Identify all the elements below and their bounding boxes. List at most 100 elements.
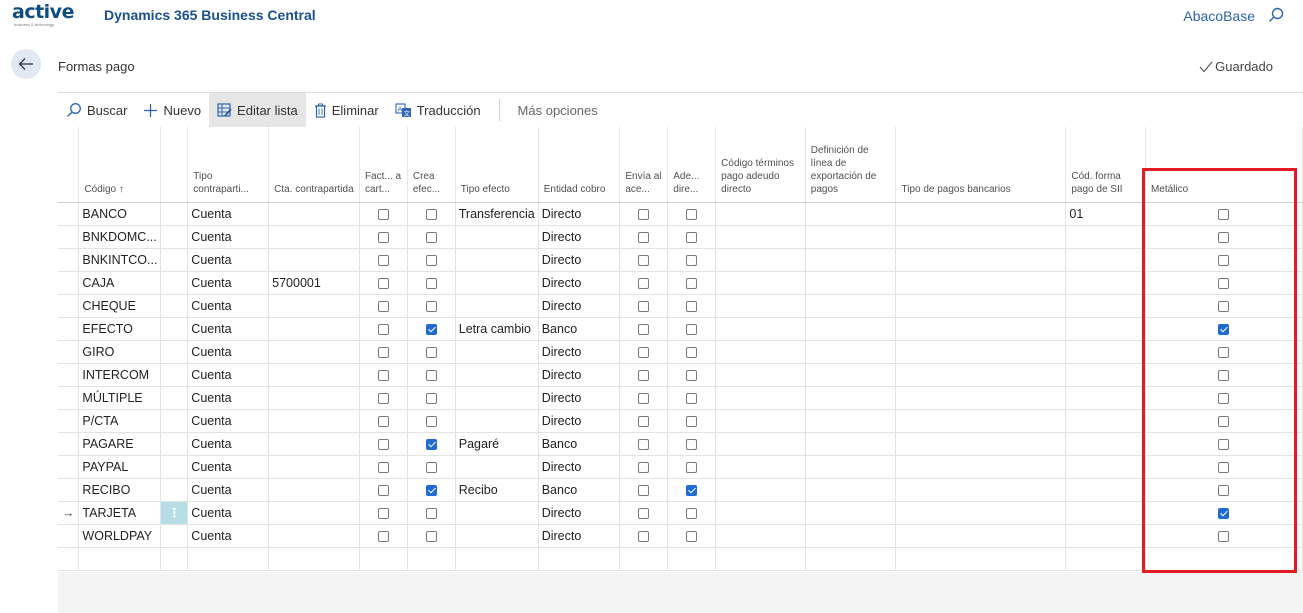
adeudo-directo-checkbox[interactable]	[686, 530, 698, 542]
adeudo-directo-checkbox[interactable]	[686, 231, 698, 243]
cell-tipo-pagos-bancarios[interactable]	[895, 317, 1067, 341]
empty-cell[interactable]	[58, 547, 80, 571]
cell-tipo-efecto[interactable]	[455, 363, 539, 387]
cell-cta-contrapartida[interactable]	[268, 524, 360, 548]
cell-adeudo-directo[interactable]	[667, 340, 717, 364]
cell-cta-contrapartida[interactable]	[268, 432, 360, 456]
metalico-checkbox[interactable]	[1218, 277, 1230, 289]
cell-tipo-contrapartida[interactable]: Cuenta	[187, 478, 270, 502]
cell-cta-contrapartida[interactable]: 5700001	[268, 271, 360, 295]
cell-envia-aceptacion[interactable]	[619, 478, 669, 502]
cell-crea-efectos[interactable]	[407, 225, 456, 249]
envia-aceptacion-checkbox[interactable]	[638, 415, 650, 427]
fact-cartera-checkbox[interactable]	[377, 300, 389, 312]
cell-cod-forma-sii[interactable]	[1065, 248, 1146, 272]
cell-cod-forma-sii[interactable]	[1065, 409, 1146, 433]
cell-crea-efectos[interactable]	[407, 455, 456, 479]
crea-efectos-checkbox[interactable]	[425, 484, 437, 496]
envia-aceptacion-checkbox[interactable]	[638, 300, 650, 312]
empty-cell[interactable]	[805, 547, 897, 571]
cell-envia-aceptacion[interactable]	[619, 455, 669, 479]
cell-cta-contrapartida[interactable]	[268, 202, 360, 226]
app-title[interactable]: Dynamics 365 Business Central	[104, 7, 316, 23]
empty-cell[interactable]	[1145, 547, 1303, 571]
envia-aceptacion-checkbox[interactable]	[638, 277, 650, 289]
cell-entidad-cobro[interactable]: Directo	[538, 501, 621, 525]
cell-fact-cartera[interactable]	[359, 432, 408, 456]
cell-entidad-cobro[interactable]: Banco	[538, 478, 621, 502]
adeudo-directo-checkbox[interactable]	[686, 277, 698, 289]
metalico-checkbox[interactable]	[1218, 300, 1230, 312]
cell-cod-forma-sii[interactable]	[1065, 225, 1146, 249]
cell-cta-contrapartida[interactable]	[268, 363, 360, 387]
cell-tipo-pagos-bancarios[interactable]	[895, 294, 1067, 318]
cell-tipo-pagos-bancarios[interactable]	[895, 455, 1067, 479]
cell-cod-forma-sii[interactable]	[1065, 455, 1146, 479]
crea-efectos-checkbox[interactable]	[425, 300, 437, 312]
cell-envia-aceptacion[interactable]	[619, 386, 669, 410]
cell-cta-contrapartida[interactable]	[268, 340, 360, 364]
empty-cell[interactable]	[160, 547, 189, 571]
fact-cartera-checkbox[interactable]	[377, 323, 389, 335]
table-row[interactable]: BNKINTCO... Cuenta Directo	[58, 248, 1303, 272]
cell-tipo-contrapartida[interactable]: Cuenta	[187, 340, 270, 364]
cell-metalico[interactable]	[1145, 478, 1303, 502]
crea-efectos-checkbox[interactable]	[425, 461, 437, 473]
cell-cod-forma-sii[interactable]	[1065, 317, 1146, 341]
company-name[interactable]: AbacoBase	[1183, 8, 1255, 24]
cell-codigo[interactable]: CHEQUE	[78, 294, 162, 318]
cell-envia-aceptacion[interactable]	[619, 524, 669, 548]
envia-aceptacion-checkbox[interactable]	[638, 323, 650, 335]
envia-aceptacion-checkbox[interactable]	[638, 208, 650, 220]
cell-definicion-linea[interactable]	[805, 202, 897, 226]
cell-crea-efectos[interactable]	[407, 363, 456, 387]
fact-cartera-checkbox[interactable]	[377, 507, 389, 519]
back-button[interactable]	[11, 49, 41, 79]
metalico-checkbox[interactable]	[1218, 507, 1230, 519]
fact-cartera-checkbox[interactable]	[377, 346, 389, 358]
cell-tipo-efecto[interactable]	[455, 409, 539, 433]
column-header-entidad-cobro[interactable]: Entidad cobro	[538, 127, 621, 203]
fact-cartera-checkbox[interactable]	[377, 277, 389, 289]
empty-cell[interactable]	[619, 547, 669, 571]
cell-cod-forma-sii[interactable]	[1065, 271, 1146, 295]
table-row[interactable]: BANCO Cuenta Transferencia Directo 01	[58, 202, 1303, 226]
cell-codigo-terminos[interactable]	[715, 501, 806, 525]
cell-tipo-efecto[interactable]	[455, 340, 539, 364]
fact-cartera-checkbox[interactable]	[377, 254, 389, 266]
cell-definicion-linea[interactable]	[805, 501, 897, 525]
cell-tipo-pagos-bancarios[interactable]	[895, 409, 1067, 433]
empty-cell[interactable]	[455, 547, 539, 571]
cell-entidad-cobro[interactable]: Directo	[538, 340, 621, 364]
metalico-checkbox[interactable]	[1218, 484, 1230, 496]
cell-tipo-efecto[interactable]	[455, 524, 539, 548]
cell-entidad-cobro[interactable]: Directo	[538, 294, 621, 318]
cell-tipo-efecto[interactable]	[455, 501, 539, 525]
adeudo-directo-checkbox[interactable]	[686, 392, 698, 404]
cell-codigo[interactable]: TARJETA	[78, 501, 162, 525]
cell-envia-aceptacion[interactable]	[619, 340, 669, 364]
cell-crea-efectos[interactable]	[407, 432, 456, 456]
cell-cta-contrapartida[interactable]	[268, 294, 360, 318]
cell-tipo-contrapartida[interactable]: Cuenta	[187, 409, 270, 433]
fact-cartera-checkbox[interactable]	[377, 530, 389, 542]
table-row[interactable]: PAGARE Cuenta Pagaré Banco	[58, 432, 1303, 456]
cell-codigo-terminos[interactable]	[715, 524, 806, 548]
cell-fact-cartera[interactable]	[359, 386, 408, 410]
table-row[interactable]: → TARJETA ⋮ Cuenta Directo	[58, 501, 1303, 525]
cell-cta-contrapartida[interactable]	[268, 501, 360, 525]
more-options-button[interactable]: Más opciones	[510, 93, 606, 127]
cell-tipo-contrapartida[interactable]: Cuenta	[187, 271, 270, 295]
cell-definicion-linea[interactable]	[805, 340, 897, 364]
cell-metalico[interactable]	[1145, 271, 1303, 295]
row-actions-menu-icon[interactable]: ⋮	[160, 501, 189, 525]
cell-codigo[interactable]: P/CTA	[78, 409, 162, 433]
metalico-checkbox[interactable]	[1218, 254, 1230, 266]
cell-adeudo-directo[interactable]	[667, 478, 717, 502]
column-header-codigo-terminos[interactable]: Código términos pago adeudo directo	[715, 127, 806, 203]
cell-cod-forma-sii[interactable]	[1065, 501, 1146, 525]
adeudo-directo-checkbox[interactable]	[686, 323, 698, 335]
fact-cartera-checkbox[interactable]	[377, 438, 389, 450]
cell-entidad-cobro[interactable]: Banco	[538, 317, 621, 341]
adeudo-directo-checkbox[interactable]	[686, 300, 698, 312]
